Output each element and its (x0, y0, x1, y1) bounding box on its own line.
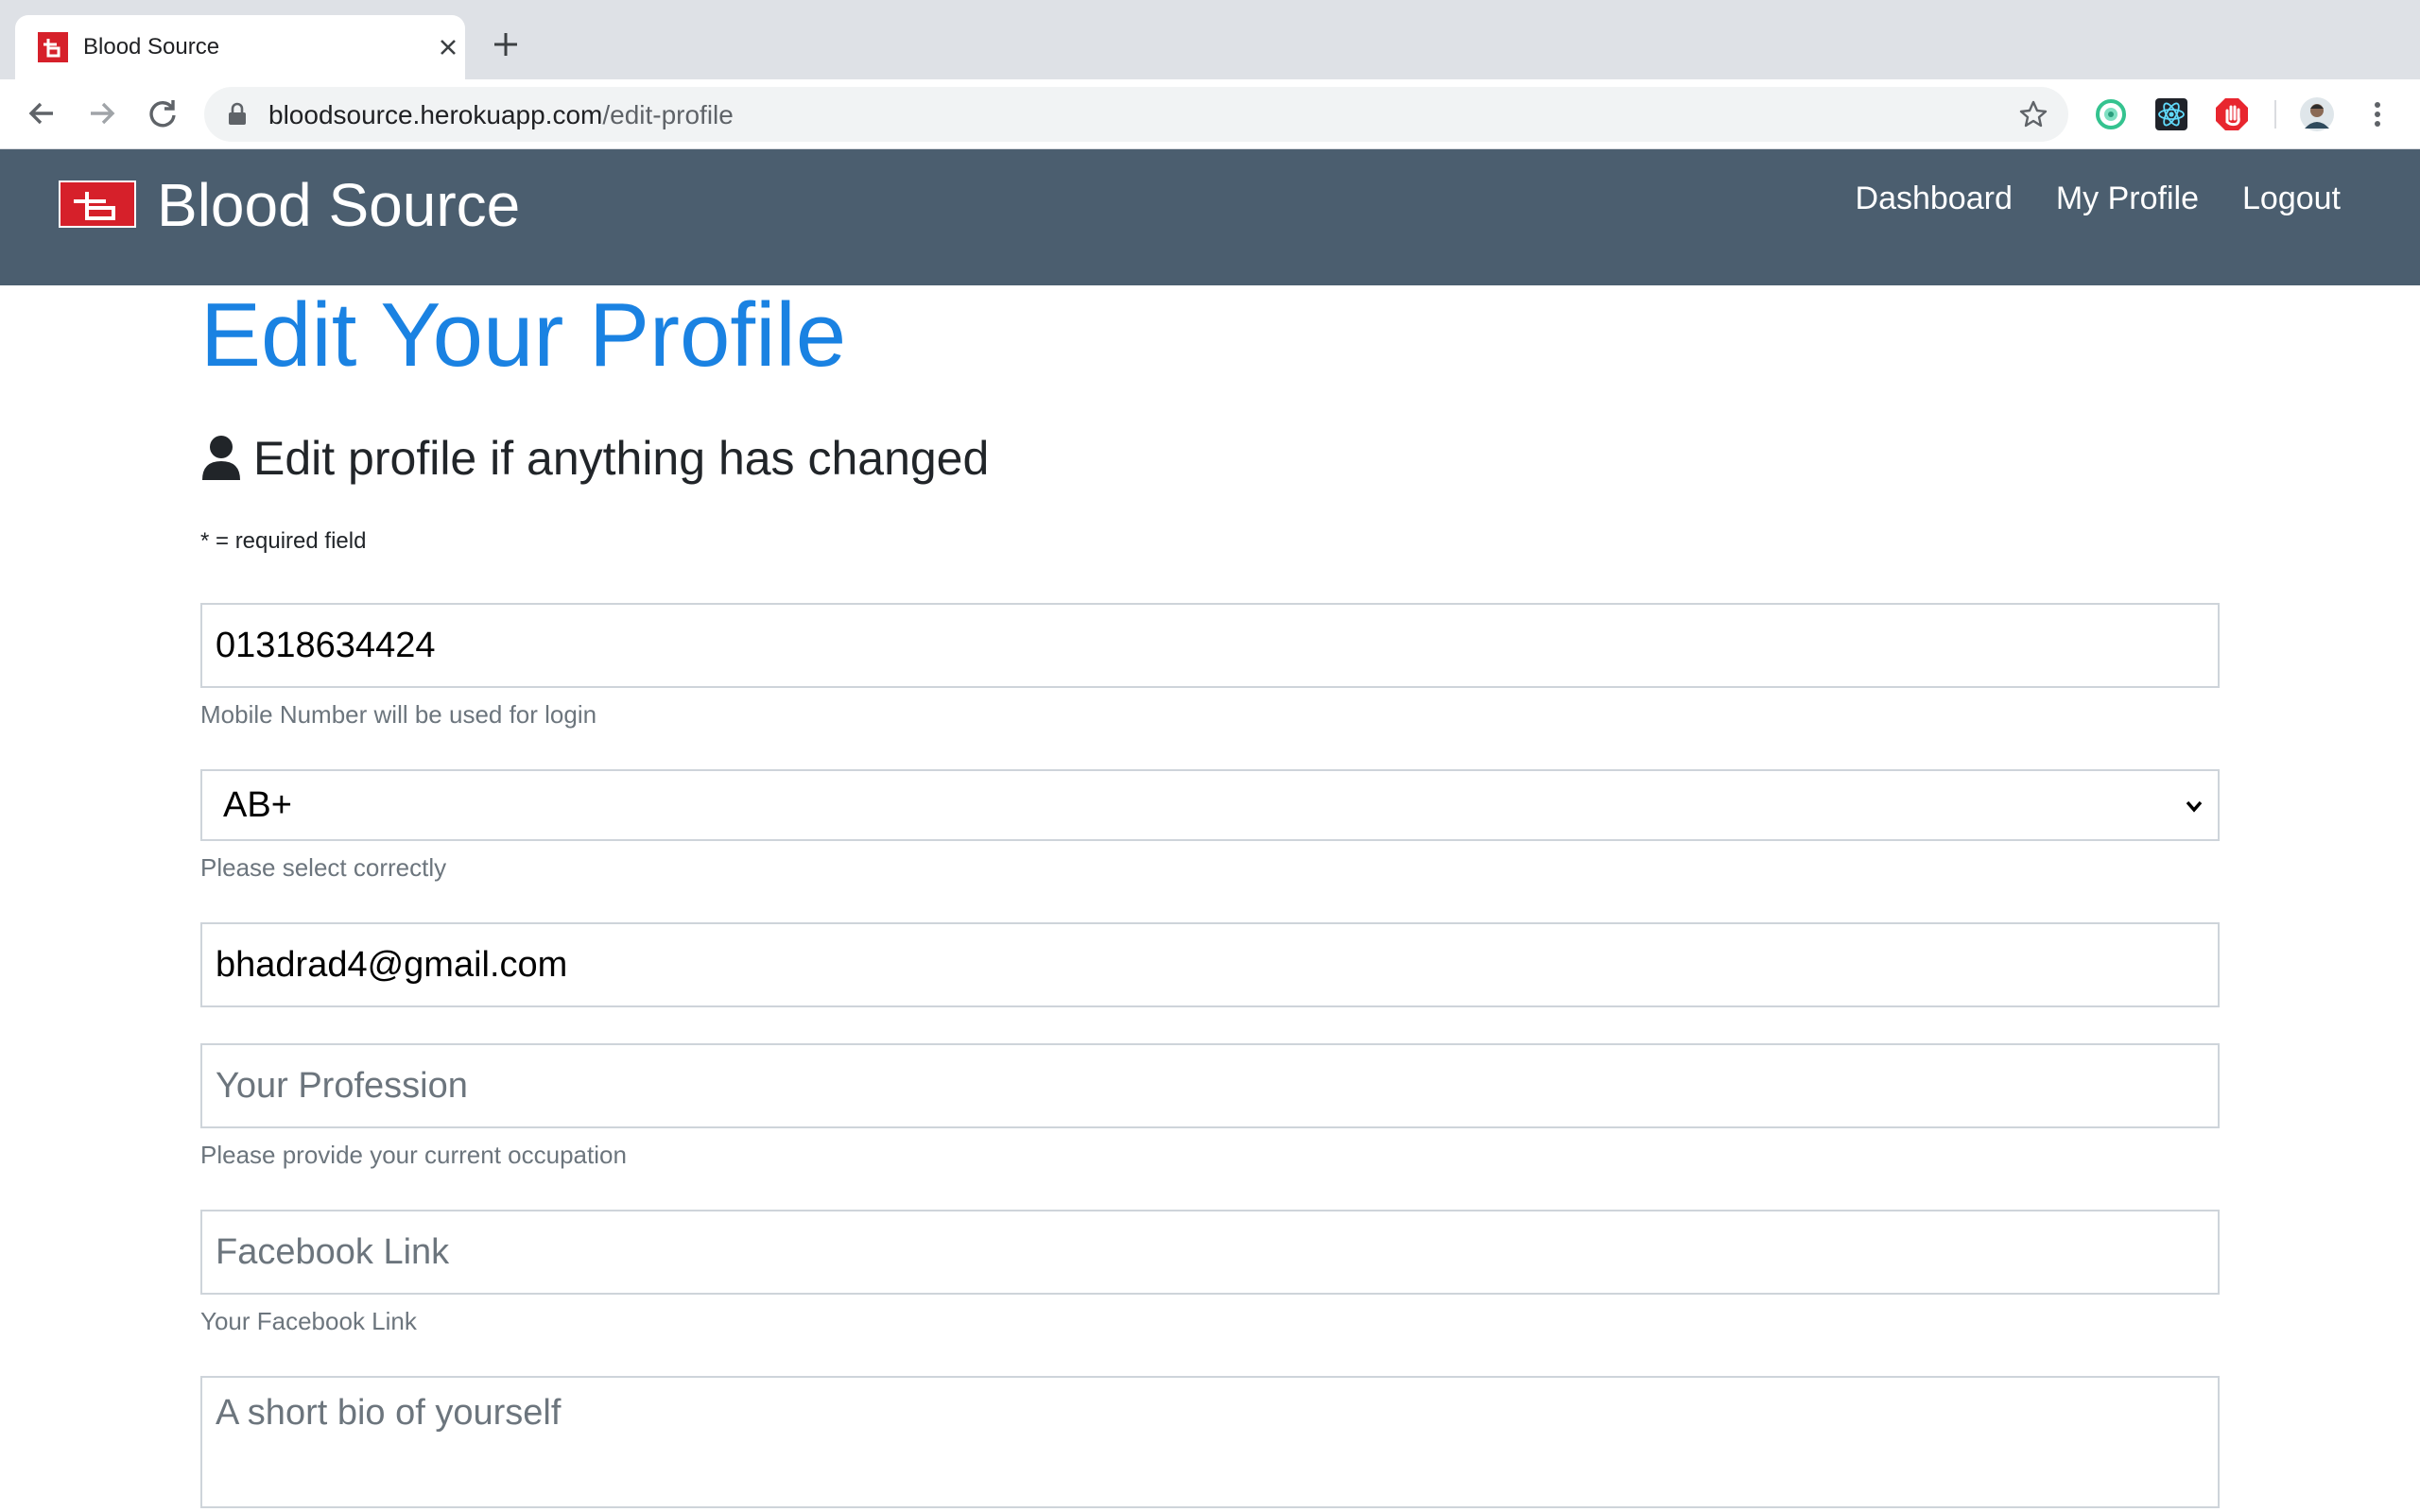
blood-source-favicon-icon (38, 32, 68, 62)
chrome-menu-icon[interactable] (2360, 96, 2395, 132)
address-bar[interactable]: bloodsource.herokuapp.com/edit-profile (204, 87, 2068, 142)
back-arrow-icon[interactable] (23, 94, 60, 132)
main-content: Edit Your Profile Edit profile if anythi… (200, 285, 2220, 1508)
browser-tabstrip: Blood Source (0, 0, 2420, 79)
brand-name[interactable]: Blood Source (157, 168, 520, 242)
blood-group-value: AB+ (223, 784, 292, 825)
page-subtitle: Edit profile if anything has changed (200, 431, 2220, 486)
profession-input[interactable]: Your Profession (200, 1043, 2220, 1128)
required-field-note: * = required field (200, 528, 367, 554)
close-tab-icon[interactable] (435, 34, 461, 60)
blood-source-logo-icon[interactable] (59, 180, 136, 228)
facebook-link-input[interactable]: Facebook Link (200, 1210, 2220, 1295)
bookmark-star-icon[interactable] (2017, 98, 2049, 130)
forward-arrow-icon[interactable] (83, 94, 121, 132)
user-icon (202, 436, 240, 480)
url-text: bloodsource.herokuapp.com/edit-profile (268, 99, 734, 131)
chevron-down-icon (2186, 800, 2203, 813)
browser-tab[interactable]: Blood Source (15, 15, 465, 79)
nav-link-dashboard[interactable]: Dashboard (1856, 178, 2013, 219)
blood-group-select[interactable]: AB+ (200, 769, 2220, 841)
new-tab-icon[interactable] (490, 28, 522, 60)
blood-group-hint: Please select correctly (200, 853, 447, 882)
bio-textarea[interactable]: A short bio of yourself (200, 1376, 2220, 1508)
adblock-hand-icon[interactable] (2214, 96, 2250, 132)
mobile-number-input[interactable]: 01318634424 (200, 603, 2220, 688)
page-title: Edit Your Profile (200, 284, 847, 386)
extension-green-circle-icon[interactable] (2093, 96, 2129, 132)
nav-link-my-profile[interactable]: My Profile (2056, 178, 2199, 219)
profile-avatar-icon[interactable] (2299, 96, 2335, 132)
browser-toolbar: bloodsource.herokuapp.com/edit-profile (0, 79, 2420, 149)
facebook-link-hint: Your Facebook Link (200, 1307, 417, 1335)
toolbar-divider (2274, 100, 2276, 129)
nav-links: Dashboard My Profile Logout (1856, 178, 2341, 219)
reload-icon[interactable] (144, 94, 182, 132)
mobile-number-hint: Mobile Number will be used for login (200, 700, 597, 729)
url-path: /edit-profile (602, 100, 734, 129)
lock-icon (229, 102, 246, 125)
react-devtools-icon[interactable] (2153, 96, 2189, 132)
site-navbar: Blood Source Dashboard My Profile Logout (0, 149, 2420, 285)
subtitle-text: Edit profile if anything has changed (253, 432, 990, 485)
url-host: bloodsource.herokuapp.com (268, 100, 603, 129)
nav-link-logout[interactable]: Logout (2242, 178, 2341, 219)
email-input[interactable]: bhadrad4@gmail.com (200, 922, 2220, 1007)
tab-title: Blood Source (83, 34, 220, 60)
profession-hint: Please provide your current occupation (200, 1141, 627, 1169)
